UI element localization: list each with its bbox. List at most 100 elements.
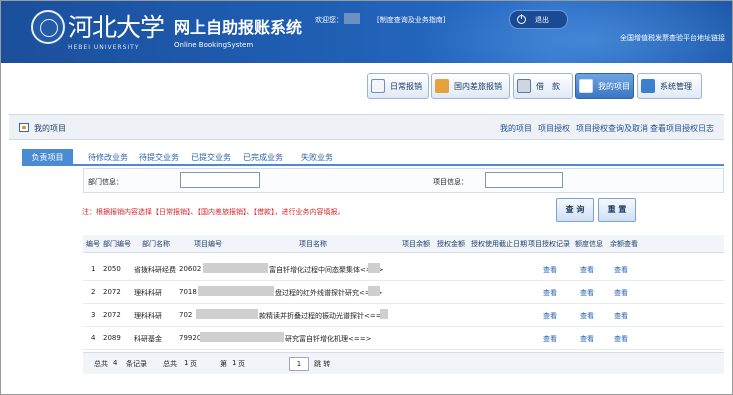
welcome-text: 欢迎您： <box>315 16 343 24</box>
app-header: 河北大学 HEBEI UNIVERSITY 网上自助报账系统 Online Bo… <box>0 0 733 63</box>
view-quota-link[interactable]: 查看 <box>580 311 594 321</box>
university-seal-icon <box>31 10 65 44</box>
cell-proj-name: 研究富自钎增化机理<==> <box>285 335 372 343</box>
page-number-input[interactable]: 1 <box>289 357 309 371</box>
link-project-authorization[interactable]: 项目授权 <box>538 123 570 134</box>
daily-reimbursement-icon <box>371 79 385 93</box>
cell-proj-no: 20602 <box>179 265 202 273</box>
redacted-block <box>203 263 268 273</box>
redacted-block <box>368 263 380 273</box>
search-panel: 部门信息： 项目信息： <box>83 168 724 193</box>
total-pages: 1 <box>184 359 189 367</box>
nav-system-management[interactable]: 系统管理 <box>637 73 702 99</box>
nav-domestic-travel[interactable]: 国内差旅报销 <box>431 73 510 99</box>
university-name: 河北大学 <box>68 13 165 42</box>
link-authorization-query-cancel[interactable]: 项目授权查询及取消 <box>576 123 648 134</box>
redacted-block <box>200 332 284 342</box>
user-name-redacted <box>344 13 360 24</box>
col-header-auth-record: 项目授权记录 <box>528 240 570 248</box>
nav-loan[interactable]: 借 款 <box>513 73 573 99</box>
tab-responsible-projects[interactable]: 负责项目 <box>22 149 73 166</box>
link-my-projects[interactable]: 我的项目 <box>500 123 532 134</box>
cell-proj-name: 富自钎增化过程中间态聚集体<==> <box>269 266 384 274</box>
cell-dept-name: 理科科研 <box>134 312 162 320</box>
current-page: 1 <box>232 359 237 367</box>
view-quota-link[interactable]: 查看 <box>580 265 594 275</box>
cell-no: 3 <box>91 311 96 319</box>
dept-input[interactable] <box>180 172 260 188</box>
nav-my-projects[interactable]: 我的项目 <box>575 73 634 99</box>
total-label: 总共 <box>94 360 108 368</box>
view-auth-record-link[interactable]: 查看 <box>543 265 557 275</box>
pagination-bar: 总共 4 条记录 总共 1 页 第 1 页 1 跳 转 <box>83 352 724 374</box>
col-header-proj-no: 项目编号 <box>194 240 222 248</box>
tab-pending-modify[interactable]: 待修改业务 <box>88 149 128 166</box>
nav-label: 我的项目 <box>598 81 630 91</box>
redacted-block <box>196 309 258 319</box>
system-title: 网上自助报账系统 <box>174 18 303 37</box>
col-header-auth-amount: 授权金额 <box>437 240 465 248</box>
records-label: 条记录 <box>126 360 147 368</box>
view-balance-link[interactable]: 查看 <box>614 311 628 321</box>
view-balance-link[interactable]: 查看 <box>614 288 628 298</box>
tab-failed[interactable]: 失败业务 <box>301 149 333 166</box>
cell-dept-name: 省拨科研经费 <box>134 266 176 274</box>
my-project-icon <box>579 79 593 93</box>
cell-dept-no: 2072 <box>103 311 121 319</box>
cell-proj-no: 702 <box>179 311 193 319</box>
view-quota-link[interactable]: 查看 <box>580 288 594 298</box>
project-folder-icon <box>19 123 29 132</box>
nav-label: 日常报销 <box>390 81 422 91</box>
travel-icon <box>435 79 449 93</box>
cell-proj-name: 盘过程的红外线谱探针研究<==> <box>275 289 383 297</box>
col-header-dept-no: 部门编号 <box>103 240 131 248</box>
nav-label: 系统管理 <box>660 81 692 91</box>
tab-completed[interactable]: 已完成业务 <box>243 149 283 166</box>
col-header-proj-name: 项目名称 <box>299 240 327 248</box>
view-quota-link[interactable]: 查看 <box>580 334 594 344</box>
query-button[interactable]: 查 询 <box>556 198 594 222</box>
cell-proj-no: 7018 <box>179 288 197 296</box>
tab-submitted[interactable]: 已提交业务 <box>191 149 231 166</box>
cell-no: 1 <box>91 265 96 273</box>
jump-button[interactable]: 跳 转 <box>314 359 330 369</box>
pages-suffix: 页 <box>190 360 197 368</box>
loan-icon <box>517 79 531 93</box>
policy-guide-link[interactable]: [制度查询及业务指南] <box>377 15 445 25</box>
system-subtitle: Online BookingSystem <box>174 41 254 49</box>
col-header-auth-deadline: 授权使用截止日期 <box>471 240 527 248</box>
current-suffix: 页 <box>238 360 245 368</box>
col-header-no: 编号 <box>86 240 100 248</box>
redacted-block <box>198 286 274 296</box>
view-balance-link[interactable]: 查看 <box>614 265 628 275</box>
logout-label: 退出 <box>535 15 549 24</box>
nav-daily-reimbursement[interactable]: 日常报销 <box>367 73 429 99</box>
total-count: 4 <box>113 359 118 367</box>
reset-button[interactable]: 重 置 <box>598 198 636 222</box>
redacted-block <box>380 309 388 319</box>
nav-label: 国内差旅报销 <box>454 81 502 91</box>
cell-proj-name: 款精读并折叠过程的振动光谱探针<==> <box>259 312 388 320</box>
page-title-bar: 我的项目 我的项目 项目授权 项目授权查询及取消 查看项目授权日志 <box>9 114 724 140</box>
page-title: 我的项目 <box>34 124 66 133</box>
cell-dept-name: 理科科研 <box>134 289 162 297</box>
cell-dept-no: 2072 <box>103 288 121 296</box>
col-header-dept-name: 部门名称 <box>142 240 170 248</box>
view-auth-record-link[interactable]: 查看 <box>543 334 557 344</box>
view-balance-link[interactable]: 查看 <box>614 334 628 344</box>
link-authorization-log[interactable]: 查看项目授权日志 <box>650 123 714 134</box>
col-header-balance-view: 余额查看 <box>610 240 638 248</box>
col-header-balance: 项目余额 <box>402 240 430 248</box>
vat-invoice-platform-link[interactable]: 全国增值税发票查验平台地址链接 <box>620 33 725 43</box>
tab-pending-submit[interactable]: 待提交业务 <box>139 149 179 166</box>
col-header-quota: 额度信息 <box>575 240 603 248</box>
system-icon <box>641 79 655 93</box>
logout-button[interactable]: 退出 <box>509 10 568 29</box>
cell-dept-no: 2089 <box>103 334 121 342</box>
view-auth-record-link[interactable]: 查看 <box>543 288 557 298</box>
view-auth-record-link[interactable]: 查看 <box>543 311 557 321</box>
project-input[interactable] <box>485 172 563 188</box>
cell-proj-no: 79920 <box>179 334 202 342</box>
power-icon <box>517 14 526 24</box>
cell-dept-name: 科研基金 <box>134 335 162 343</box>
